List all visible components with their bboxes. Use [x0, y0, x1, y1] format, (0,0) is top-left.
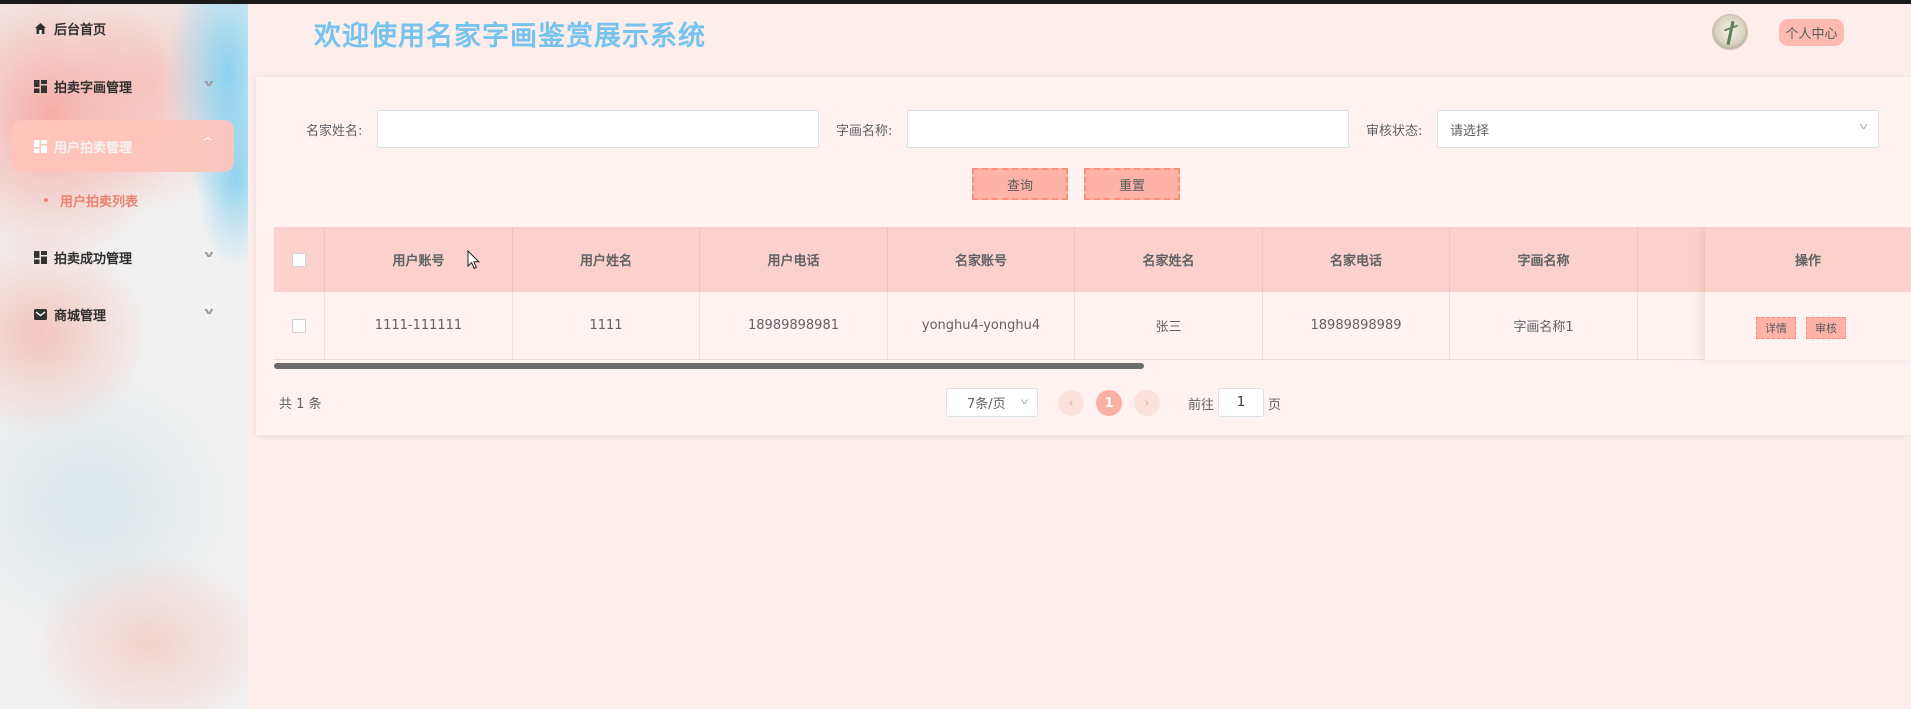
column-header[interactable]: 用户账号 — [325, 227, 513, 292]
chevron-down-icon: v — [1859, 122, 1868, 132]
table-cell: 张三 — [1075, 292, 1263, 359]
sidebar-item-label: 后台首页 — [54, 22, 107, 38]
audit-status-select[interactable]: 请选择 v — [1437, 110, 1879, 148]
painting-name-label: 字画名称: — [836, 124, 893, 139]
main-card: 名家姓名: 字画名称: 审核状态: 请选择 v 查询 重置 用户账号 用户姓名 … — [256, 77, 1911, 435]
sidebar-item-label: 用户拍卖管理 — [54, 140, 133, 156]
goto-label: 前往 — [1188, 398, 1215, 413]
artist-name-label: 名家姓名: — [306, 124, 363, 139]
grid-icon — [34, 250, 47, 264]
prev-page-button[interactable]: ‹ — [1058, 390, 1084, 416]
column-header[interactable]: 名家账号 — [888, 227, 1075, 292]
column-header[interactable]: 用户姓名 — [513, 227, 700, 292]
goto-suffix: 页 — [1268, 398, 1282, 413]
page-number-current[interactable]: 1 — [1096, 390, 1122, 416]
sidebar: 后台首页 拍卖字画管理 v 用户拍卖管理 ^ 用户拍卖列表 拍卖成功管理 v 商… — [0, 4, 248, 709]
table-cell: 1111-111111 — [325, 292, 513, 359]
page-title: 欢迎使用名家字画鉴赏展示系统 — [314, 21, 706, 52]
mouse-cursor-icon — [467, 250, 481, 270]
page-size-select[interactable]: 7条/页 v — [946, 388, 1038, 417]
table-cell: 字画名称1 — [1450, 292, 1638, 359]
table-cell: 18989898989 — [1263, 292, 1450, 359]
sidebar-item-auction-paintings[interactable]: 拍卖字画管理 v — [12, 62, 234, 110]
avatar-image — [1726, 20, 1735, 46]
sidebar-item-label: 商城管理 — [54, 308, 107, 324]
sidebar-item-home[interactable]: 后台首页 — [12, 4, 234, 52]
grid-icon — [34, 139, 47, 153]
select-all-cell — [274, 227, 325, 292]
column-header[interactable]: 用户电话 — [700, 227, 888, 292]
avatar[interactable] — [1712, 14, 1748, 50]
sidebar-item-user-auctions[interactable]: 用户拍卖管理 ^ — [12, 120, 234, 172]
chevron-left-icon: ‹ — [1068, 395, 1074, 411]
sidebar-subitem-user-auction-list[interactable]: 用户拍卖列表 — [44, 190, 138, 210]
column-header[interactable]: 名家电话 — [1263, 227, 1450, 292]
next-page-button[interactable]: › — [1134, 390, 1160, 416]
column-header-operations: 操作 — [1705, 227, 1911, 292]
horizontal-scrollbar[interactable] — [274, 363, 1911, 370]
painting-name-input[interactable] — [907, 110, 1349, 148]
sidebar-item-label: 拍卖成功管理 — [54, 251, 133, 267]
personal-center-button[interactable]: 个人中心 — [1779, 19, 1844, 46]
table-row[interactable]: 1111-111111 1111 18989898981 yonghu4-yon… — [274, 292, 1911, 360]
audit-status-value: 请选择 — [1450, 123, 1490, 139]
chevron-down-icon: v — [1020, 397, 1029, 406]
table-header: 用户账号 用户姓名 用户电话 名家账号 名家姓名 名家电话 字画名称 — [274, 227, 1911, 292]
audit-status-label: 审核状态: — [1366, 124, 1423, 139]
column-header[interactable]: 名家姓名 — [1075, 227, 1263, 292]
table-cell: 18989898981 — [700, 292, 888, 359]
sidebar-item-auction-success[interactable]: 拍卖成功管理 v — [12, 233, 234, 281]
sidebar-subitem-label: 用户拍卖列表 — [60, 194, 139, 210]
chevron-up-icon: ^ — [202, 137, 215, 147]
table-cell: yonghu4-yonghu4 — [888, 292, 1075, 359]
table-cell: 1111 — [513, 292, 700, 359]
sidebar-item-label: 拍卖字画管理 — [54, 80, 133, 96]
operations-cell: 详情 审核 — [1705, 292, 1911, 360]
home-icon — [34, 22, 47, 35]
row-select-cell — [274, 292, 325, 359]
column-header[interactable]: 字画名称 — [1450, 227, 1638, 292]
select-all-checkbox[interactable] — [292, 252, 306, 267]
artist-name-input[interactable] — [377, 110, 819, 148]
goto-page-input[interactable] — [1218, 388, 1264, 417]
sidebar-item-mall[interactable]: 商城管理 v — [12, 290, 234, 338]
chevron-down-icon: v — [204, 79, 214, 89]
chevron-down-icon: v — [204, 307, 214, 317]
window-top-edge — [0, 0, 1911, 4]
total-count: 共 1 条 — [279, 397, 322, 412]
page-size-value: 7条/页 — [967, 397, 1006, 412]
operations-column: 操作 详情 审核 — [1705, 227, 1911, 360]
detail-button[interactable]: 详情 — [1756, 317, 1796, 339]
chevron-down-icon: v — [204, 250, 214, 260]
audit-button[interactable]: 审核 — [1806, 317, 1846, 339]
query-button[interactable]: 查询 — [972, 168, 1068, 200]
scrollbar-thumb[interactable] — [274, 363, 1144, 369]
reset-button[interactable]: 重置 — [1084, 168, 1180, 200]
data-table: 用户账号 用户姓名 用户电话 名家账号 名家姓名 名家电话 字画名称 1111-… — [274, 227, 1911, 367]
mail-icon — [34, 308, 47, 321]
row-checkbox[interactable] — [292, 318, 306, 333]
chevron-right-icon: › — [1144, 395, 1150, 411]
grid-icon — [34, 79, 47, 93]
bullet-dot — [44, 198, 48, 202]
